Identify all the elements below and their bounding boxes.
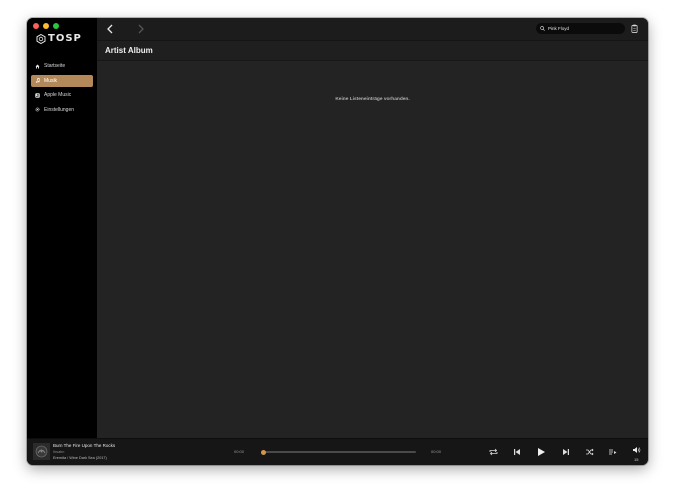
- volume-button[interactable]: [631, 445, 641, 455]
- app-logo: TOSP: [36, 33, 82, 44]
- page-title: Artist Album: [105, 46, 153, 55]
- apple-music-icon: [35, 92, 40, 98]
- repeat-icon: [489, 448, 497, 456]
- sidebar-nav: Startseite Musik Apple Music Einstellung…: [31, 60, 93, 118]
- search-bar[interactable]: [536, 23, 625, 34]
- sidebar-item-einstellungen[interactable]: Einstellungen: [31, 104, 93, 116]
- album-cover[interactable]: [33, 443, 50, 460]
- top-toolbar: [97, 18, 648, 41]
- skip-back-icon: [514, 449, 520, 455]
- track-album[interactable]: Eremita / Wine Dark Sea (2017): [53, 456, 107, 460]
- close-window-button[interactable]: [33, 23, 39, 29]
- time-total: 00:00: [431, 449, 442, 454]
- shuffle-button[interactable]: [584, 447, 594, 457]
- sidebar-item-label: Apple Music: [44, 92, 72, 98]
- minimize-window-button[interactable]: [43, 23, 49, 29]
- search-input[interactable]: [548, 26, 618, 31]
- back-arrow-icon[interactable]: [106, 24, 114, 34]
- play-icon: [538, 448, 545, 456]
- volume-level: 15: [634, 457, 639, 462]
- music-note-icon: [35, 78, 40, 83]
- gear-icon: [35, 107, 40, 112]
- app-window: TOSP Startseite Musik Apple Music Einste…: [27, 18, 648, 465]
- queue-icon: [608, 449, 616, 455]
- player-bar: Burn The Fire Upon The Rocks Ihsahn Erem…: [27, 438, 648, 465]
- repeat-button[interactable]: [488, 447, 498, 457]
- home-icon: [35, 64, 40, 69]
- shuffle-icon: [585, 448, 594, 456]
- sidebar-item-startseite[interactable]: Startseite: [31, 60, 93, 72]
- logo-icon: [36, 33, 46, 44]
- next-button[interactable]: [561, 447, 571, 457]
- time-current: 00:00: [234, 449, 245, 454]
- page-header: Artist Album: [97, 41, 648, 61]
- track-title[interactable]: Burn The Fire Upon The Rocks: [53, 443, 115, 448]
- progress-bar[interactable]: [261, 449, 416, 455]
- sidebar-item-label: Einstellungen: [44, 106, 75, 113]
- progress-handle[interactable]: [261, 449, 266, 455]
- speaker-icon: [632, 447, 640, 453]
- album-art-icon: [35, 445, 48, 458]
- sidebar-item-apple-music[interactable]: Apple Music: [31, 89, 93, 101]
- forward-arrow-icon[interactable]: [137, 24, 145, 34]
- clipboard-icon[interactable]: [631, 24, 638, 33]
- window-controls: [33, 23, 59, 29]
- previous-button[interactable]: [512, 447, 522, 457]
- logo-text: TOSP: [48, 33, 82, 44]
- play-button[interactable]: [536, 447, 546, 457]
- skip-forward-icon: [563, 449, 569, 455]
- search-icon: [540, 26, 545, 31]
- sidebar-item-label: Startseite: [44, 63, 66, 69]
- sidebar: TOSP Startseite Musik Apple Music Einste…: [27, 18, 97, 439]
- sidebar-item-musik[interactable]: Musik: [31, 74, 93, 87]
- zoom-window-button[interactable]: [53, 23, 59, 29]
- empty-list-message: Keine Listeneinträge vorhanden.: [335, 97, 410, 102]
- queue-button[interactable]: [607, 447, 617, 457]
- sidebar-item-label: Musik: [44, 77, 58, 84]
- track-artist[interactable]: Ihsahn: [53, 450, 64, 454]
